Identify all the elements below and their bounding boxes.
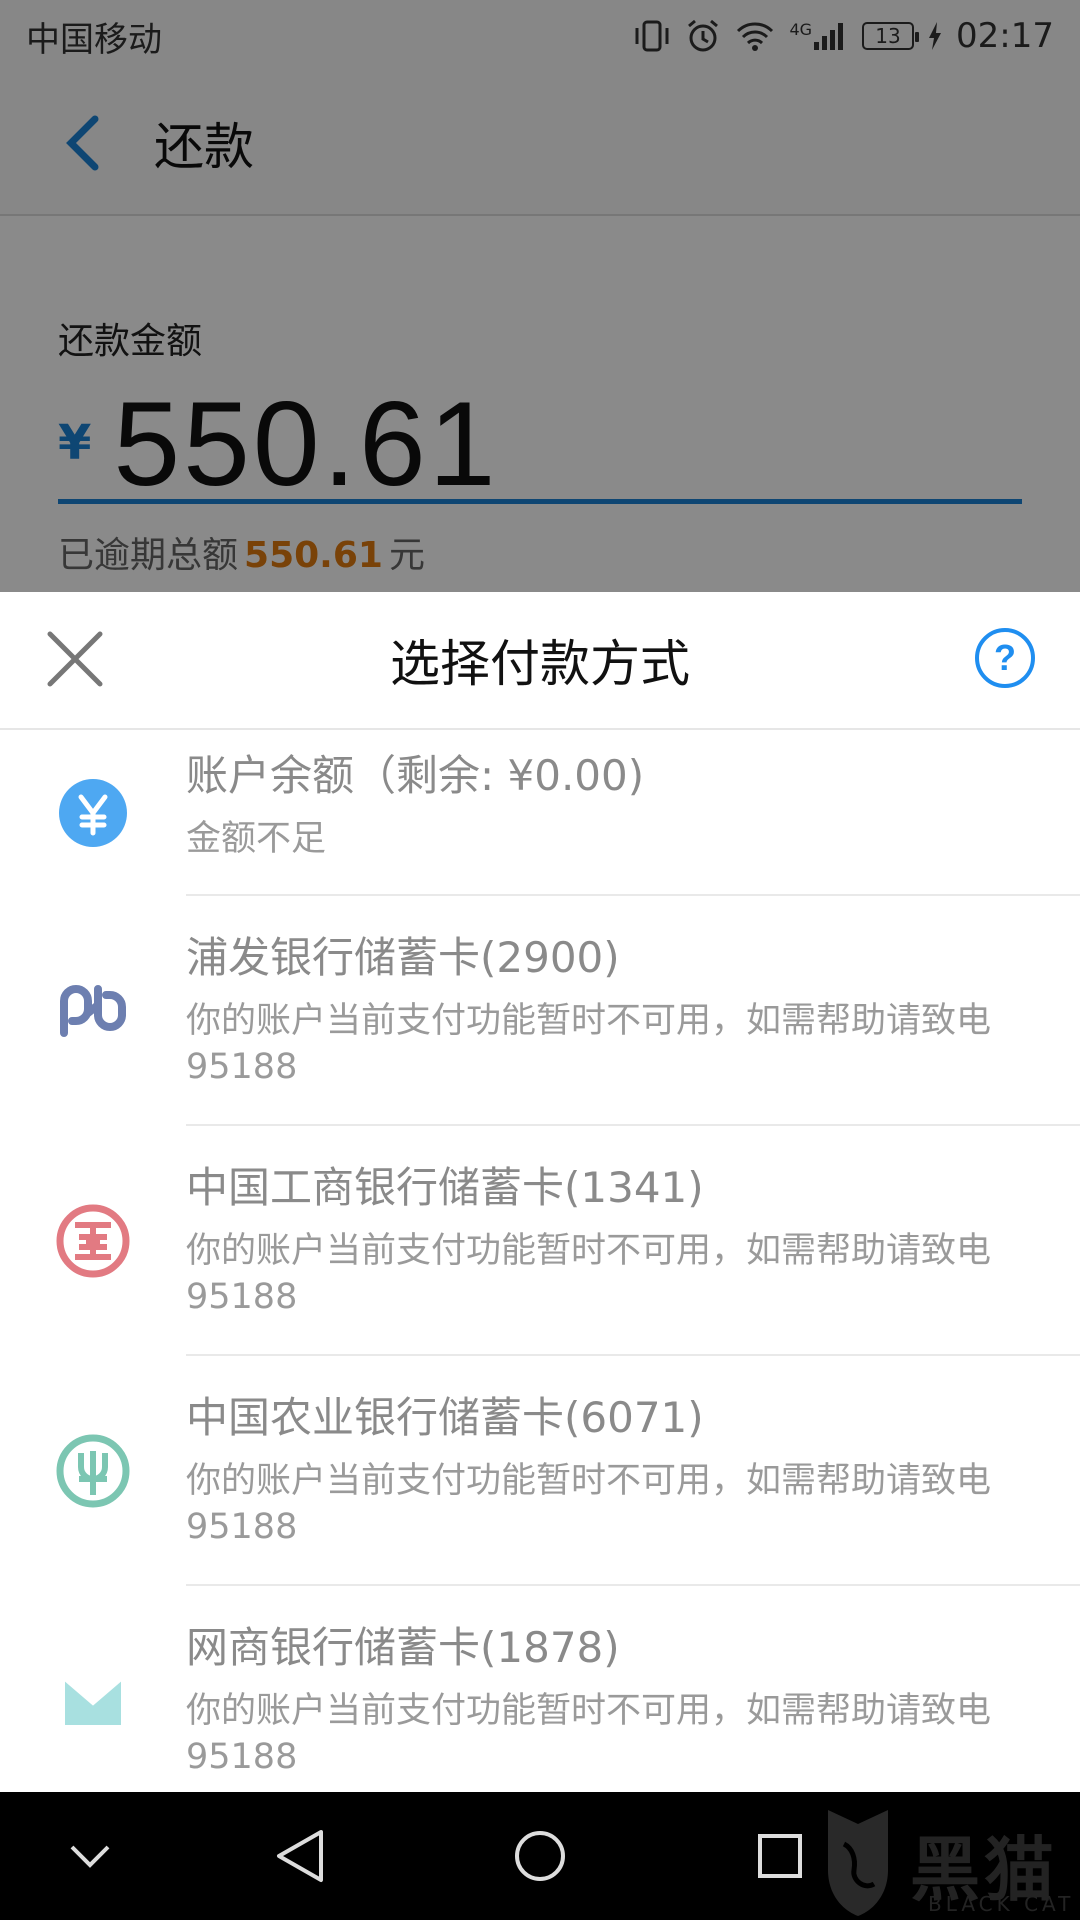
payment-method-desc: 你的账户当前支付功能暂时不可用，如需帮助请致电95188 [186, 1461, 992, 1547]
sheet-title: 选择付款方式 [390, 635, 690, 693]
mybank-logo [0, 1586, 186, 1792]
spdb-logo [0, 896, 186, 1126]
payment-method-text: 账户余额（剩余: ¥0.00) 金额不足 [186, 730, 1080, 896]
watermark: 黑猫 BLACK CAT [810, 1800, 1080, 1920]
payment-method-abc[interactable]: 中国农业银行储蓄卡(6071) 你的账户当前支付功能暂时不可用，如需帮助请致电9… [0, 1356, 1080, 1586]
balance-icon [59, 779, 127, 847]
payment-method-list: 账户余额（剩余: ¥0.00) 金额不足 浦发银行储蓄卡(2900) 你的账户当… [0, 730, 1080, 1792]
sheet-header: 选择付款方式 ? [0, 592, 1080, 730]
payment-method-name: 网商银行储蓄卡(1878) [186, 1623, 620, 1672]
payment-method-text: 中国农业银行储蓄卡(6071) 你的账户当前支付功能暂时不可用，如需帮助请致电9… [186, 1356, 1080, 1586]
payment-method-icbc[interactable]: 中国工商银行储蓄卡(1341) 你的账户当前支付功能暂时不可用，如需帮助请致电9… [0, 1126, 1080, 1356]
payment-method-spdb[interactable]: 浦发银行储蓄卡(2900) 你的账户当前支付功能暂时不可用，如需帮助请致电951… [0, 896, 1080, 1126]
payment-method-desc: 你的账户当前支付功能暂时不可用，如需帮助请致电95188 [186, 1001, 992, 1087]
cat-logo-icon [828, 1810, 888, 1916]
payment-method-text: 网商银行储蓄卡(1878) 你的账户当前支付功能暂时不可用，如需帮助请致电951… [186, 1586, 1080, 1792]
nav-recents-icon[interactable] [748, 1824, 812, 1888]
nav-back-icon[interactable] [268, 1824, 332, 1888]
payment-method-name: 中国农业银行储蓄卡(6071) [186, 1393, 704, 1442]
icbc-logo [0, 1126, 186, 1356]
payment-method-name: 账户余额（剩余: ¥0.00) [186, 751, 645, 800]
payment-method-name: 中国工商银行储蓄卡(1341) [186, 1163, 704, 1212]
payment-method-mybank[interactable]: 网商银行储蓄卡(1878) 你的账户当前支付功能暂时不可用，如需帮助请致电951… [0, 1586, 1080, 1792]
payment-method-text: 中国工商银行储蓄卡(1341) 你的账户当前支付功能暂时不可用，如需帮助请致电9… [186, 1126, 1080, 1356]
watermark-sub: BLACK CAT [928, 1892, 1075, 1916]
mybank-icon [63, 1677, 123, 1725]
svg-text:?: ? [994, 637, 1016, 678]
payment-method-balance[interactable]: 账户余额（剩余: ¥0.00) 金额不足 [0, 730, 1080, 896]
payment-method-desc: 你的账户当前支付功能暂时不可用，如需帮助请致电95188 [186, 1231, 992, 1317]
payment-method-desc: 金额不足 [186, 819, 327, 859]
payment-method-sheet: 选择付款方式 ? 账户余额（剩余: ¥0.00) 金额不足 浦发银行储蓄卡(29… [0, 592, 1080, 1792]
help-icon[interactable]: ? [974, 627, 1036, 689]
icbc-icon [56, 1204, 130, 1278]
abc-icon [56, 1434, 130, 1508]
payment-method-text: 浦发银行储蓄卡(2900) 你的账户当前支付功能暂时不可用，如需帮助请致电951… [186, 896, 1080, 1126]
close-icon[interactable] [44, 628, 106, 690]
payment-method-desc: 你的账户当前支付功能暂时不可用，如需帮助请致电95188 [186, 1691, 992, 1777]
chevron-down-icon[interactable] [58, 1824, 122, 1888]
nav-home-icon[interactable] [508, 1824, 572, 1888]
spdb-icon [60, 985, 126, 1037]
payment-method-name: 浦发银行储蓄卡(2900) [186, 933, 620, 982]
abc-logo [0, 1356, 186, 1586]
balance-logo [0, 730, 186, 896]
